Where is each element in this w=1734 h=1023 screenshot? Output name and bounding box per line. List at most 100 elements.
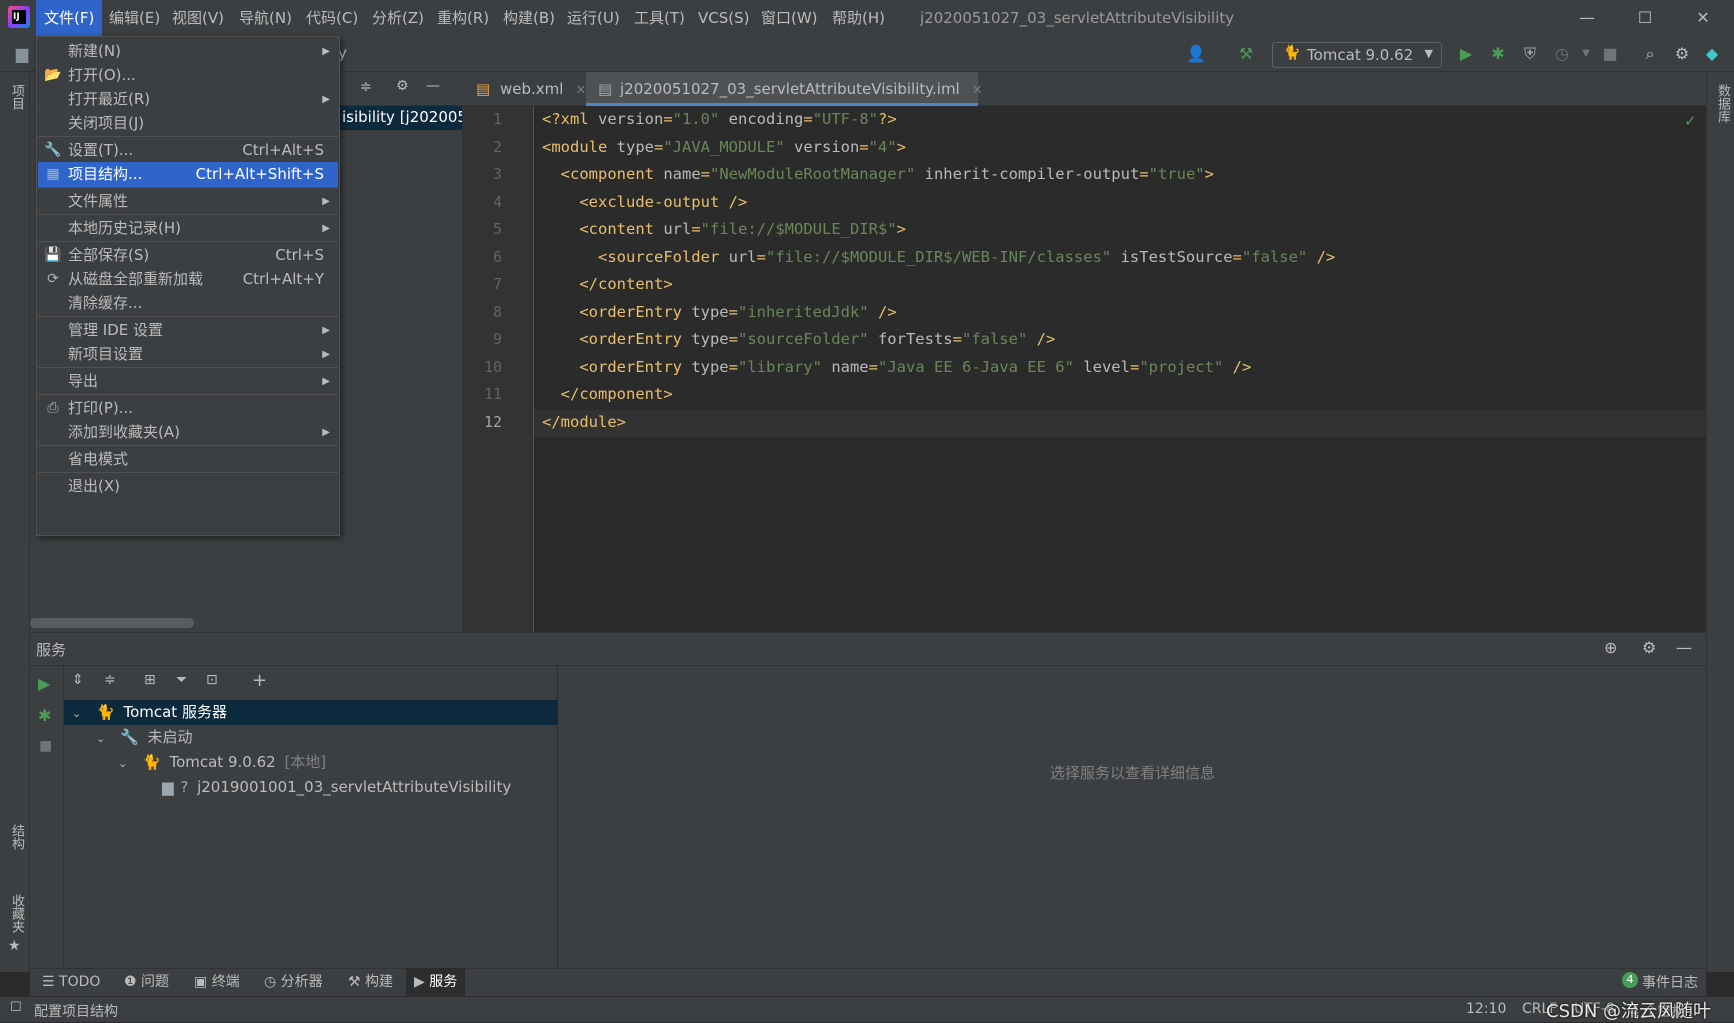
add-service-icon[interactable]: +	[252, 670, 267, 691]
tab-build[interactable]: ⚒ 构建	[340, 968, 401, 996]
file-menu-item[interactable]: ▦ 项目结构... Ctrl+Alt+Shift+S	[38, 162, 338, 187]
tab-profiler[interactable]: ◷ 分析器	[256, 968, 331, 996]
file-menu-item[interactable]: 打开最近(R) ▶	[38, 87, 338, 112]
menu-navigate[interactable]: 导航(N)	[231, 0, 300, 36]
menu-run[interactable]: 运行(U)	[559, 0, 628, 36]
event-count-badge: 4	[1622, 972, 1638, 988]
close-tab-icon[interactable]: ✕	[972, 83, 983, 98]
plugin-logo-icon[interactable]: ◆	[1702, 44, 1722, 64]
menu-help[interactable]: 帮助(H)	[824, 0, 893, 36]
menu-code[interactable]: 代码(C)	[298, 0, 366, 36]
tab-terminal[interactable]: ▣ 终端	[186, 968, 248, 996]
file-menu-item[interactable]: 清除缓存...	[38, 291, 338, 316]
user-icon[interactable]: 👤	[1186, 44, 1206, 64]
services-detail: 选择服务以查看详细信息	[558, 666, 1706, 968]
menu-separator	[38, 241, 338, 242]
caret-position[interactable]: 12:10	[1466, 1001, 1506, 1017]
menu-tools[interactable]: 工具(T)	[626, 0, 693, 36]
menu-edit[interactable]: 编辑(E)	[101, 0, 168, 36]
menu-refactor[interactable]: 重构(R)	[429, 0, 497, 36]
horizontal-scrollbar[interactable]	[30, 618, 194, 628]
file-menu-item[interactable]: 💾 全部保存(S) Ctrl+S	[38, 243, 338, 268]
close-tab-icon[interactable]: ✕	[575, 83, 586, 98]
code-token: =	[1139, 165, 1149, 183]
file-menu-item[interactable]: 🔧 设置(T)... Ctrl+Alt+S	[38, 138, 338, 163]
file-menu-item[interactable]: ⎙ 打印(P)...	[38, 396, 338, 421]
tree-row-tomcat-server[interactable]: ⌄ 🐈 Tomcat 服务器	[72, 700, 227, 725]
tab-iml-file[interactable]: ▤ j2020051027_03_servletAttributeVisibil…	[586, 72, 983, 106]
menu-separator	[38, 214, 338, 215]
target-icon[interactable]: ⊕	[1604, 638, 1617, 657]
code-token: "false"	[1241, 247, 1308, 266]
run-config-select[interactable]: 🐈 Tomcat 9.0.62 ▼	[1272, 42, 1442, 68]
tab-problems[interactable]: ❶ 问题	[116, 968, 177, 996]
hide-panel-icon[interactable]: —	[426, 78, 440, 94]
hide-panel-icon[interactable]: —	[1676, 638, 1692, 657]
file-menu-item[interactable]: 本地历史记录(H) ▶	[38, 216, 338, 241]
tomcat-icon: 🐈	[96, 703, 115, 721]
tab-todo[interactable]: ☰ TODO	[34, 968, 108, 996]
menu-analyze[interactable]: 分析(Z)	[364, 0, 432, 36]
code-token: version	[598, 110, 664, 128]
menu-file[interactable]: 文件(F)	[36, 0, 103, 36]
close-window-button[interactable]: ✕	[1674, 0, 1732, 36]
menu-view[interactable]: 视图(V)	[164, 0, 232, 36]
profile-icon[interactable]: ◷	[1552, 44, 1572, 64]
file-menu-item[interactable]: 📂 打开(O)...	[38, 63, 338, 88]
expand-all-icon[interactable]: ⇕	[72, 672, 84, 688]
status-message: 配置项目结构	[34, 1004, 118, 1020]
debug-icon[interactable]: ✱	[38, 706, 51, 725]
file-menu-item[interactable]: 新建(N) ▶	[38, 39, 338, 64]
project-folder-icon[interactable]: ▆	[12, 44, 32, 64]
file-menu-item[interactable]: 文件属性 ▶	[38, 189, 338, 214]
tomcat-icon: 🐈	[1283, 45, 1301, 61]
panel-toggle-icon[interactable]: ☐	[10, 1000, 22, 1015]
gear-icon[interactable]: ⚙	[1672, 44, 1692, 64]
collapse-icon[interactable]: ≑	[360, 79, 372, 95]
code-token: name	[821, 357, 869, 376]
file-menu-item[interactable]: 关闭项目(J)	[38, 111, 338, 136]
tree-row-artifact[interactable]: ▆ ? j2019001001_03_servletAttributeVisib…	[162, 775, 511, 800]
group-by-icon[interactable]: ⊞	[144, 672, 156, 688]
hammer-icon: ⚒	[348, 974, 366, 990]
code-token: "inheritedJdk"	[737, 302, 869, 321]
build-hammer-icon[interactable]: ⚒	[1236, 44, 1256, 64]
tree-row-tomcat-instance[interactable]: ⌄ 🐈 Tomcat 9.0.62 [本地]	[118, 750, 326, 775]
file-menu-item[interactable]: 新项目设置 ▶	[38, 342, 338, 367]
new-tab-icon[interactable]: ⊡	[206, 672, 218, 688]
file-menu-item[interactable]: 省电模式	[38, 447, 338, 472]
file-menu-item[interactable]: 添加到收藏夹(A) ▶	[38, 420, 338, 445]
search-icon[interactable]: ⌕	[1640, 44, 1660, 64]
file-menu-item[interactable]: 退出(X)	[38, 474, 338, 499]
menu-build[interactable]: 构建(B)	[495, 0, 563, 36]
run-icon[interactable]: ▶	[1456, 44, 1476, 64]
code-token: "NewModuleRootManager"	[710, 165, 916, 183]
favorites-tool-tab[interactable]: 收藏夹	[7, 894, 26, 933]
maximize-button[interactable]: ☐	[1616, 0, 1674, 36]
collapse-all-icon[interactable]: ≑	[104, 672, 116, 688]
inspection-ok-check-icon[interactable]: ✓	[1684, 112, 1697, 130]
run-icon[interactable]: ▶	[38, 674, 50, 693]
tab-services[interactable]: ▶ 服务	[406, 968, 466, 996]
tab-web-xml[interactable]: ▤ web.xml ✕	[466, 72, 586, 106]
tree-row-not-started[interactable]: ⌄ 🔧 未启动	[96, 725, 192, 750]
structure-tool-tab[interactable]: 结构	[7, 824, 26, 850]
menu-vcs[interactable]: VCS(S)	[690, 0, 757, 36]
menu-window[interactable]: 窗口(W)	[753, 0, 826, 36]
event-log-button[interactable]: 事件日志	[1642, 972, 1698, 992]
stop-icon[interactable]: ■	[1600, 44, 1620, 64]
coverage-icon[interactable]: ⛨	[1520, 44, 1540, 64]
settings-icon[interactable]: ⚙	[1642, 638, 1656, 657]
database-tool-tab[interactable]: 数据库	[1713, 84, 1732, 123]
file-menu-item[interactable]: ⟳ 从磁盘全部重新加载 Ctrl+Alt+Y	[38, 267, 338, 292]
more-run-chevron-icon[interactable]: ▼	[1576, 44, 1596, 64]
file-menu-item[interactable]: 导出 ▶	[38, 369, 338, 394]
minimize-button[interactable]: —	[1558, 0, 1616, 36]
file-menu-item[interactable]: 管理 IDE 设置 ▶	[38, 318, 338, 343]
filter-icon[interactable]: ⏷	[176, 672, 187, 688]
project-tool-tab[interactable]: 项目	[7, 84, 26, 110]
stop-icon[interactable]: ■	[39, 738, 52, 754]
debug-icon[interactable]: ✱	[1488, 44, 1508, 64]
project-tree-selected-row[interactable]: isibility [j2020051	[340, 106, 477, 130]
settings-icon[interactable]: ⚙	[396, 78, 409, 94]
